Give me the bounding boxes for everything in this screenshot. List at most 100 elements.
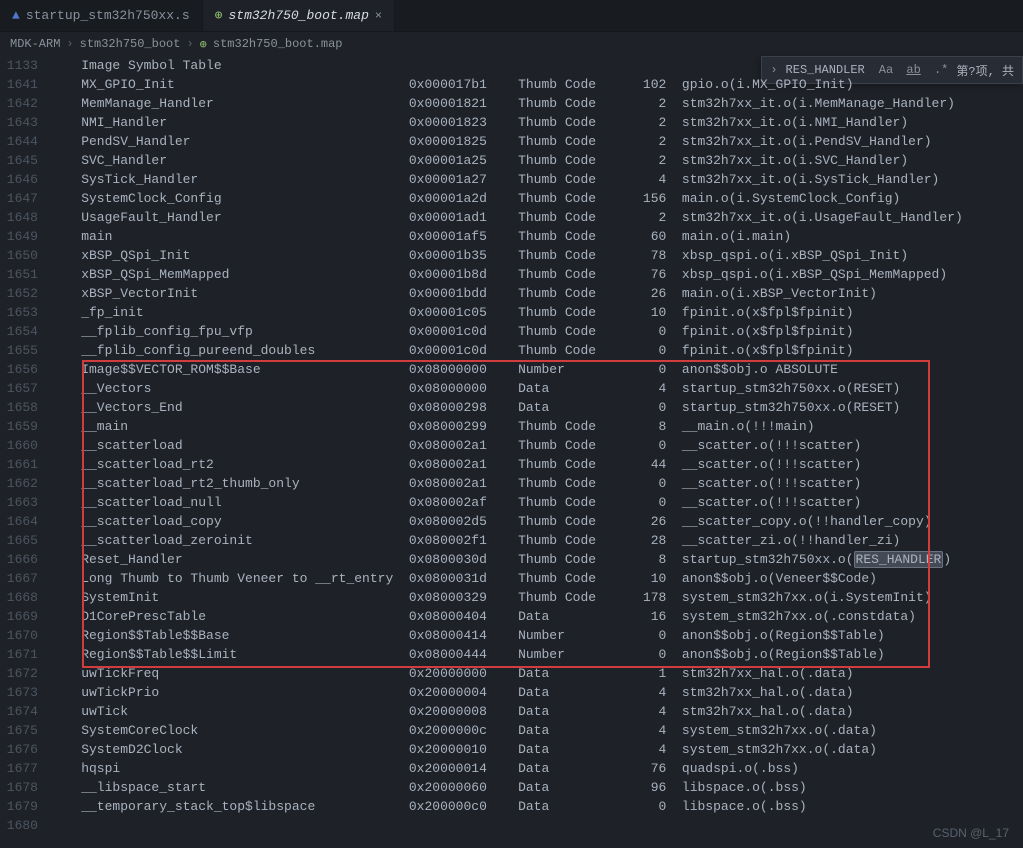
code-line[interactable]: 1660 __scatterload 0x080002a1 Thumb Code…	[0, 436, 1023, 455]
line-number: 1650	[0, 246, 50, 265]
code-line[interactable]: 1661 __scatterload_rt2 0x080002a1 Thumb …	[0, 455, 1023, 474]
line-number: 1677	[0, 759, 50, 778]
code-line[interactable]: 1641 MX_GPIO_Init 0x000017b1 Thumb Code …	[0, 75, 1023, 94]
code-line[interactable]: 1644 PendSV_Handler 0x00001825 Thumb Cod…	[0, 132, 1023, 151]
code-line[interactable]: 1673 uwTickPrio 0x20000004 Data 4 stm32h…	[0, 683, 1023, 702]
chevron-right-icon: ›	[186, 37, 193, 51]
code-text: Image Symbol Table	[50, 56, 1023, 75]
line-number: 1664	[0, 512, 50, 531]
line-number: 1646	[0, 170, 50, 189]
line-number: 1649	[0, 227, 50, 246]
file-icon: ⊕	[200, 37, 207, 52]
line-number: 1674	[0, 702, 50, 721]
code-text: MX_GPIO_Init 0x000017b1 Thumb Code 102 g…	[50, 75, 1023, 94]
code-text: SVC_Handler 0x00001a25 Thumb Code 2 stm3…	[50, 151, 1023, 170]
close-icon[interactable]: ×	[375, 9, 382, 23]
code-line[interactable]: 1658 __Vectors_End 0x08000298 Data 0 sta…	[0, 398, 1023, 417]
line-number: 1669	[0, 607, 50, 626]
code-text: __scatterload_copy 0x080002d5 Thumb Code…	[50, 512, 1023, 531]
code-line[interactable]: 1642 MemManage_Handler 0x00001821 Thumb …	[0, 94, 1023, 113]
line-number: 1643	[0, 113, 50, 132]
code-text: SystemD2Clock 0x20000010 Data 4 system_s…	[50, 740, 1023, 759]
line-number: 1671	[0, 645, 50, 664]
line-number: 1648	[0, 208, 50, 227]
code-line[interactable]: 1672 uwTickFreq 0x20000000 Data 1 stm32h…	[0, 664, 1023, 683]
line-number: 1651	[0, 265, 50, 284]
code-text: __scatterload_rt2_thumb_only 0x080002a1 …	[50, 474, 1023, 493]
breadcrumb-seg[interactable]: stm32h750_boot.map	[213, 37, 343, 51]
code-line[interactable]: 1668 SystemInit 0x08000329 Thumb Code 17…	[0, 588, 1023, 607]
tabs-bar: ▲ startup_stm32h750xx.s ⊕ stm32h750_boot…	[0, 0, 1023, 32]
code-line[interactable]: 1664 __scatterload_copy 0x080002d5 Thumb…	[0, 512, 1023, 531]
code-line[interactable]: 1679 __temporary_stack_top$libspace 0x20…	[0, 797, 1023, 816]
code-line[interactable]: 1655 __fplib_config_pureend_doubles 0x00…	[0, 341, 1023, 360]
line-number: 1662	[0, 474, 50, 493]
code-text: Image$$VECTOR_ROM$$Base 0x08000000 Numbe…	[50, 360, 1023, 379]
code-text: SystemClock_Config 0x00001a2d Thumb Code…	[50, 189, 1023, 208]
file-icon: ▲	[12, 8, 20, 23]
code-line[interactable]: 1659 __main 0x08000299 Thumb Code 8 __ma…	[0, 417, 1023, 436]
code-text: xBSP_QSpi_MemMapped 0x00001b8d Thumb Cod…	[50, 265, 1023, 284]
code-text: MemManage_Handler 0x00001821 Thumb Code …	[50, 94, 1023, 113]
code-text: SystemInit 0x08000329 Thumb Code 178 sys…	[50, 588, 1023, 607]
tab-bootmap[interactable]: ⊕ stm32h750_boot.map ×	[203, 0, 395, 31]
search-match: RES_HANDLER	[854, 551, 944, 568]
editor-pane[interactable]: 1133 Image Symbol Table1641 MX_GPIO_Init…	[0, 56, 1023, 848]
code-text: __temporary_stack_top$libspace 0x200000c…	[50, 797, 1023, 816]
code-text: _fp_init 0x00001c05 Thumb Code 10 fpinit…	[50, 303, 1023, 322]
code-line[interactable]: 1652 xBSP_VectorInit 0x00001bdd Thumb Co…	[0, 284, 1023, 303]
code-text: __scatterload_zeroinit 0x080002f1 Thumb …	[50, 531, 1023, 550]
code-line[interactable]: 1133 Image Symbol Table	[0, 56, 1023, 75]
code-line[interactable]: 1676 SystemD2Clock 0x20000010 Data 4 sys…	[0, 740, 1023, 759]
code-line[interactable]: 1671 Region$$Table$$Limit 0x08000444 Num…	[0, 645, 1023, 664]
code-line[interactable]: 1666 Reset_Handler 0x0800030d Thumb Code…	[0, 550, 1023, 569]
code-line[interactable]: 1675 SystemCoreClock 0x2000000c Data 4 s…	[0, 721, 1023, 740]
code-text: __libspace_start 0x20000060 Data 96 libs…	[50, 778, 1023, 797]
line-number: 1663	[0, 493, 50, 512]
line-number: 1654	[0, 322, 50, 341]
code-line[interactable]: 1667 Long Thumb to Thumb Veneer to __rt_…	[0, 569, 1023, 588]
code-line[interactable]: 1653 _fp_init 0x00001c05 Thumb Code 10 f…	[0, 303, 1023, 322]
code-text: Long Thumb to Thumb Veneer to __rt_entry…	[50, 569, 1023, 588]
line-number: 1665	[0, 531, 50, 550]
breadcrumb[interactable]: MDK-ARM › stm32h750_boot › ⊕ stm32h750_b…	[0, 32, 1023, 56]
code-text: xBSP_QSpi_Init 0x00001b35 Thumb Code 78 …	[50, 246, 1023, 265]
code-text: __Vectors_End 0x08000298 Data 0 startup_…	[50, 398, 1023, 417]
code-line[interactable]: 1654 __fplib_config_fpu_vfp 0x00001c0d T…	[0, 322, 1023, 341]
code-line[interactable]: 1657 __Vectors 0x08000000 Data 4 startup…	[0, 379, 1023, 398]
line-number: 1658	[0, 398, 50, 417]
line-number: 1660	[0, 436, 50, 455]
code-line[interactable]: 1651 xBSP_QSpi_MemMapped 0x00001b8d Thum…	[0, 265, 1023, 284]
code-text: UsageFault_Handler 0x00001ad1 Thumb Code…	[50, 208, 1023, 227]
line-number: 1644	[0, 132, 50, 151]
code-line[interactable]: 1663 __scatterload_null 0x080002af Thumb…	[0, 493, 1023, 512]
code-text: __fplib_config_fpu_vfp 0x00001c0d Thumb …	[50, 322, 1023, 341]
line-number: 1653	[0, 303, 50, 322]
code-line[interactable]: 1643 NMI_Handler 0x00001823 Thumb Code 2…	[0, 113, 1023, 132]
line-number: 1659	[0, 417, 50, 436]
line-number: 1661	[0, 455, 50, 474]
code-line[interactable]: 1646 SysTick_Handler 0x00001a27 Thumb Co…	[0, 170, 1023, 189]
code-line[interactable]: 1656 Image$$VECTOR_ROM$$Base 0x08000000 …	[0, 360, 1023, 379]
file-icon: ⊕	[215, 8, 223, 23]
code-line[interactable]: 1649 main 0x00001af5 Thumb Code 60 main.…	[0, 227, 1023, 246]
code-line[interactable]: 1648 UsageFault_Handler 0x00001ad1 Thumb…	[0, 208, 1023, 227]
code-line[interactable]: 1647 SystemClock_Config 0x00001a2d Thumb…	[0, 189, 1023, 208]
code-line[interactable]: 1650 xBSP_QSpi_Init 0x00001b35 Thumb Cod…	[0, 246, 1023, 265]
code-line[interactable]: 1670 Region$$Table$$Base 0x08000414 Numb…	[0, 626, 1023, 645]
code-line[interactable]: 1677 hqspi 0x20000014 Data 76 quadspi.o(…	[0, 759, 1023, 778]
line-number: 1645	[0, 151, 50, 170]
code-line[interactable]: 1678 __libspace_start 0x20000060 Data 96…	[0, 778, 1023, 797]
breadcrumb-seg[interactable]: stm32h750_boot	[80, 37, 181, 51]
code-line[interactable]: 1669 D1CorePrescTable 0x08000404 Data 16…	[0, 607, 1023, 626]
tab-startup[interactable]: ▲ startup_stm32h750xx.s	[0, 0, 203, 31]
code-line[interactable]: 1674 uwTick 0x20000008 Data 4 stm32h7xx_…	[0, 702, 1023, 721]
code-line[interactable]: 1645 SVC_Handler 0x00001a25 Thumb Code 2…	[0, 151, 1023, 170]
code-text: NMI_Handler 0x00001823 Thumb Code 2 stm3…	[50, 113, 1023, 132]
code-line[interactable]: 1680	[0, 816, 1023, 835]
code-line[interactable]: 1665 __scatterload_zeroinit 0x080002f1 T…	[0, 531, 1023, 550]
code-line[interactable]: 1662 __scatterload_rt2_thumb_only 0x0800…	[0, 474, 1023, 493]
code-text: main 0x00001af5 Thumb Code 60 main.o(i.m…	[50, 227, 1023, 246]
breadcrumb-seg[interactable]: MDK-ARM	[10, 37, 60, 51]
line-number: 1678	[0, 778, 50, 797]
